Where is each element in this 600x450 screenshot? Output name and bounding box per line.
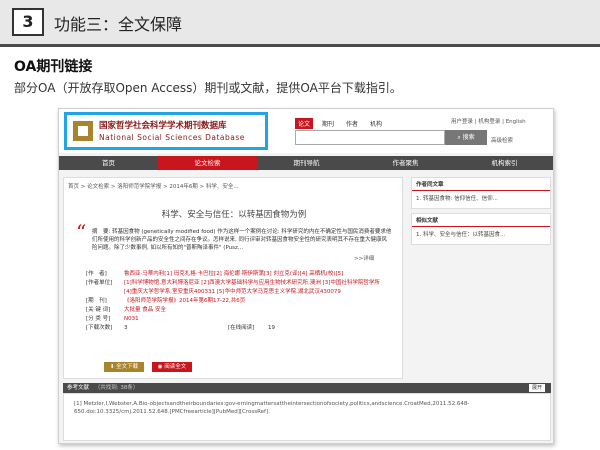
nav-journal-navigation[interactable]: 期刊导航 [257, 156, 356, 170]
website-screenshot: 国家哲学社会科学学术期刊数据库 National Social Sciences… [58, 108, 554, 444]
references-header: 参考文献 （共找到: 38条） 展开 [63, 383, 551, 393]
search-tab-institutions[interactable]: 机构 [367, 118, 385, 129]
sidebar-same-author-item[interactable]: 1. 转基因食物: 信仰信任、信仰... [412, 191, 550, 205]
article-panel: 首页 > 论文检索 > 洛阳师范学院学报 > 2014年6期 > 科学、安全..… [63, 177, 403, 379]
section-description: 部分OA（开放存取Open Access）期刊或文献，提供OA平台下载指引。 [14, 81, 402, 95]
search-tab-papers[interactable]: 论文 [295, 118, 314, 129]
sidebar-similar: 相似文献 1. 科学、安全与信任：以转基因食... [411, 213, 551, 245]
article-abstract: 摘 要: 转基因食物 (genetically modified food) 作… [92, 229, 392, 251]
header-divider [0, 44, 600, 47]
site-logo-highlight[interactable]: 国家哲学社会科学学术期刊数据库 National Social Sciences… [64, 112, 268, 150]
nav-institution-index[interactable]: 机构索引 [455, 156, 553, 170]
download-fulltext-button[interactable]: ⬇ 全文下载 [104, 362, 144, 372]
meta-key-journal: [期 刊] [86, 298, 107, 304]
read-fulltext-label: 阅读全文 [164, 364, 187, 370]
meta-value-affiliations[interactable]: [1]科学博物馆,意大利博洛尼亚 [2]西澳大学基础科学与应用生物技术研究所,澳… [124, 279, 386, 297]
meta-key-affiliations: [作者单位] [86, 280, 113, 286]
meta-row: [作者单位] [1]科学博物馆,意大利博洛尼亚 [2]西澳大学基础科学与应用生物… [86, 279, 386, 297]
meta-row: [作 者] 鲁西亚·马蒂内利[1] 玛克扎格·卡巴拉[2] 海伦娜·斯伊斯蒲[3… [86, 270, 386, 279]
meta-key-authors: [作 者] [86, 271, 107, 277]
search-tab-authors[interactable]: 作者 [343, 118, 361, 129]
slide-number: 3 [12, 8, 44, 36]
meta-value-reads: 19 [268, 325, 275, 331]
nav-author-focus[interactable]: 作者聚焦 [356, 156, 455, 170]
meta-value-downloads: 3 [124, 325, 128, 331]
reference-item[interactable]: [1] Metzler,I,Webster,A.Bio-objectsandth… [74, 400, 544, 416]
sidebar-similar-title: 相似文献 [412, 214, 550, 227]
main-navbar: 首页 论文检索 期刊导航 作者聚焦 机构索引 [59, 156, 553, 170]
search-input[interactable] [295, 130, 445, 145]
meta-row: [关 键 词] 大批量 食品 安全 [86, 306, 386, 315]
logo-text-cn: 国家哲学社会科学学术期刊数据库 [99, 121, 227, 131]
download-fulltext-label: 全文下载 [116, 364, 139, 370]
quote-icon: “ [76, 220, 87, 244]
references-title: 参考文献 [67, 385, 90, 391]
nav-home[interactable]: 首页 [59, 156, 158, 170]
references-list: [1] Metzler,I,Webster,A.Bio-objectsandth… [63, 393, 551, 441]
search-button[interactable]: ⌕ 搜索 [445, 130, 487, 145]
meta-value-journal[interactable]: 《洛阳师范学院学报》2014年第6期17-22,共6页 [124, 297, 386, 306]
logo-text-en: National Social Sciences Database [99, 133, 245, 142]
references-count: （共找到: 38条） [94, 385, 139, 391]
sidebar-similar-item[interactable]: 1. 科学、安全与信任：以转基因食... [412, 227, 550, 241]
site-header: 国家哲学社会科学学术期刊数据库 National Social Sciences… [59, 109, 553, 153]
slide-header: 3 功能三：全文保障 [0, 0, 600, 44]
section-title: OA期刊链接 [14, 59, 93, 75]
meta-key-keywords: [关 键 词] [86, 307, 111, 313]
sidebar-same-author: 作者同文章 1. 转基因食物: 信仰信任、信仰... [411, 177, 551, 209]
logo-icon [73, 121, 93, 141]
search-tab-journals[interactable]: 期刊 [319, 118, 337, 129]
search-button-label: 搜索 [462, 134, 475, 141]
meta-key-classification: [分 类 号] [86, 316, 111, 322]
advanced-search-link[interactable]: 高级检索 [491, 136, 513, 144]
meta-row: [期 刊] 《洛阳师范学院学报》2014年第6期17-22,共6页 [86, 297, 386, 306]
meta-key-reads: [在线阅读] [228, 325, 255, 331]
meta-key-downloads: [下载次数] [86, 325, 113, 331]
references-toggle-button[interactable]: 展开 [529, 384, 545, 392]
nav-paper-search[interactable]: 论文检索 [158, 156, 257, 170]
abstract-more-link[interactable]: >>详细 [354, 254, 374, 262]
search-icon: ⌕ [457, 134, 461, 141]
article-metadata: [作 者] 鲁西亚·马蒂内利[1] 玛克扎格·卡巴拉[2] 海伦娜·斯伊斯蒲[3… [86, 270, 386, 333]
article-title: 科学、安全与信任：以转基因食物为例 [161, 210, 307, 220]
meta-row: [分 类 号] N031 [86, 315, 386, 324]
meta-value-authors[interactable]: 鲁西亚·马蒂内利[1] 玛克扎格·卡巴拉[2] 海伦娜·斯伊斯蒲[3] 刘立克(… [124, 270, 386, 279]
download-icon: ⬇ [109, 364, 115, 370]
read-fulltext-button[interactable]: ◉ 阅读全文 [152, 362, 192, 372]
user-login-links[interactable]: 用户登录 | 机构登录 | English [451, 117, 526, 125]
sidebar-same-author-title: 作者同文章 [412, 178, 550, 191]
breadcrumb[interactable]: 首页 > 论文检索 > 洛阳师范学院学报 > 2014年6期 > 科学、安全..… [68, 182, 239, 190]
meta-value-classification[interactable]: N031 [124, 315, 386, 324]
meta-row: [下载次数] 3 [在线阅读] 19 [86, 324, 386, 333]
read-icon: ◉ [157, 364, 163, 370]
slide-title: 功能三：全文保障 [54, 15, 183, 34]
meta-value-keywords[interactable]: 大批量 食品 安全 [124, 306, 386, 315]
